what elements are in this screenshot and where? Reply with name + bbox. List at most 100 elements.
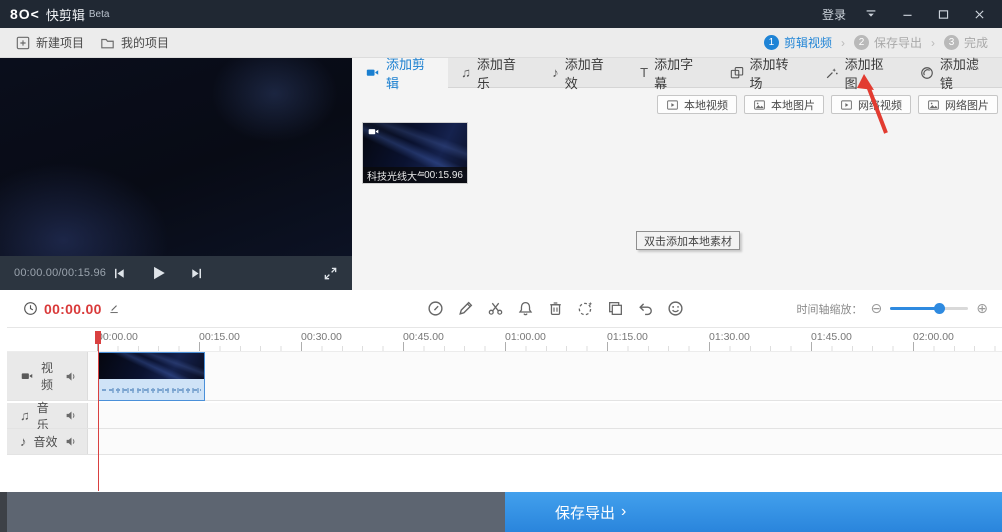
emoji-icon[interactable] bbox=[667, 300, 684, 317]
clip-name: 科技光线大气... bbox=[367, 171, 425, 183]
tab-add-transition[interactable]: 添加转场 bbox=[717, 57, 812, 91]
video-box-icon bbox=[666, 99, 679, 111]
folder-icon bbox=[100, 36, 115, 50]
clip-caption: 科技光线大气... 00:15.96 bbox=[363, 167, 467, 183]
workflow-steps: 1 剪辑视频 › 2 保存导出 › 3 完成 bbox=[763, 34, 1002, 51]
step-separator: › bbox=[840, 35, 845, 50]
speaker-icon[interactable] bbox=[65, 435, 78, 448]
step-save-export: 2 保存导出 bbox=[853, 34, 922, 51]
next-frame-icon[interactable] bbox=[189, 266, 204, 281]
zoom-out-icon[interactable]: ⊖ bbox=[871, 300, 883, 317]
web-image-button[interactable]: 网络图片 bbox=[918, 95, 998, 114]
camera-icon bbox=[365, 66, 380, 79]
preview-screen[interactable] bbox=[0, 58, 352, 256]
ruler-tick: 02:00.00 bbox=[913, 331, 954, 343]
maximize-icon[interactable] bbox=[932, 4, 954, 24]
timeline-section: 00:00.00 时间轴缩放： ⊖ ⊕ 00:00.00 00:15.00 00… bbox=[0, 290, 1002, 492]
track-name: 音效 bbox=[33, 435, 58, 449]
tab-add-music[interactable]: ♫ 添加音乐 bbox=[448, 57, 539, 91]
main-menu-icon[interactable] bbox=[860, 4, 882, 24]
ruler-tick: 01:00.00 bbox=[505, 331, 546, 343]
zoom-slider-fill bbox=[890, 307, 941, 310]
playhead-line[interactable] bbox=[98, 331, 99, 491]
tab-add-clip[interactable]: 添加剪辑 bbox=[352, 57, 449, 91]
tab-add-sfx[interactable]: ♪ 添加音效 bbox=[539, 57, 627, 91]
step-label: 保存导出 bbox=[873, 36, 922, 50]
timeline-current-time: 00:00.00 bbox=[44, 300, 102, 317]
local-video-button[interactable]: 本地视频 bbox=[657, 95, 737, 114]
play-icon[interactable] bbox=[149, 264, 167, 282]
music-note-icon: ♫ bbox=[461, 65, 471, 80]
music-track[interactable]: ♫ 音乐 bbox=[7, 401, 1002, 432]
local-image-button[interactable]: 本地图片 bbox=[744, 95, 824, 114]
clock-icon bbox=[23, 301, 38, 316]
new-project-label: 新建项目 bbox=[36, 36, 85, 50]
app-window: 8O< 快剪辑 Beta 登录 新建项目 我的项目 1 剪辑视频 › 2 保存导… bbox=[0, 0, 1002, 532]
playhead-handle[interactable] bbox=[95, 331, 101, 344]
step-separator: › bbox=[930, 35, 935, 50]
speaker-icon[interactable] bbox=[65, 409, 78, 422]
camera-icon bbox=[20, 370, 34, 382]
video-track-label: 视频 bbox=[7, 352, 88, 400]
tab-label: 添加字幕 bbox=[654, 56, 694, 91]
text-icon: T bbox=[640, 65, 649, 80]
save-export-button[interactable]: 保存导出 › bbox=[505, 492, 1002, 532]
timeline-tools bbox=[427, 300, 684, 317]
login-button[interactable]: 登录 bbox=[822, 6, 846, 23]
beta-badge: Beta bbox=[88, 8, 110, 20]
save-export-label: 保存导出 bbox=[555, 504, 616, 522]
timeline-clip[interactable] bbox=[98, 352, 205, 401]
ruler-tick: 00:30.00 bbox=[301, 331, 342, 343]
minimize-icon[interactable] bbox=[896, 4, 918, 24]
library-clip-card[interactable]: 科技光线大气... 00:15.96 bbox=[362, 122, 468, 184]
preview-timecode: 00:00.00/00:15.96 bbox=[14, 267, 107, 279]
edit-pencil-icon[interactable] bbox=[457, 300, 474, 317]
ruler-tick: 01:30.00 bbox=[709, 331, 750, 343]
clip-duration: 00:15.96 bbox=[424, 169, 463, 181]
my-projects-button[interactable]: 我的项目 bbox=[100, 34, 169, 51]
tab-add-filter[interactable]: 添加滤镜 bbox=[907, 57, 1002, 91]
timeline-ruler[interactable]: 00:00.00 00:15.00 00:30.00 00:45.00 01:0… bbox=[7, 328, 1002, 352]
step-number: 3 bbox=[943, 35, 959, 50]
tab-add-subtitle[interactable]: T 添加字幕 bbox=[627, 57, 716, 91]
sfx-track[interactable]: ♪ 音效 bbox=[7, 429, 1002, 455]
music-track-label: ♫ 音乐 bbox=[7, 401, 88, 432]
cut-scissors-icon[interactable] bbox=[487, 300, 504, 317]
step-edit-video: 1 剪辑视频 bbox=[763, 34, 832, 51]
edit-time-icon[interactable] bbox=[108, 302, 121, 315]
hint-tooltip: 双击添加本地素材 bbox=[636, 231, 740, 250]
magic-wand-icon bbox=[825, 66, 839, 80]
preview-player: 00:00.00/00:15.96 bbox=[0, 58, 352, 290]
new-project-button[interactable]: 新建项目 bbox=[16, 34, 84, 51]
zoom-slider-knob[interactable] bbox=[934, 303, 946, 314]
source-label: 本地视频 bbox=[684, 99, 728, 112]
my-projects-label: 我的项目 bbox=[121, 36, 170, 50]
delete-trash-icon[interactable] bbox=[547, 300, 564, 317]
zoom-slider[interactable] bbox=[890, 303, 969, 314]
speaker-icon[interactable] bbox=[65, 370, 78, 383]
bottom-bar: 保存导出 › bbox=[7, 492, 1002, 532]
bell-icon[interactable] bbox=[517, 300, 534, 317]
track-name: 视频 bbox=[41, 361, 54, 392]
timeline-clip-waveform bbox=[102, 384, 201, 396]
image-box-icon bbox=[927, 99, 940, 111]
tab-add-keying[interactable]: 添加抠图 bbox=[812, 57, 907, 91]
fullscreen-icon[interactable] bbox=[323, 266, 338, 281]
web-video-button[interactable]: 网络视频 bbox=[831, 95, 911, 114]
copy-icon[interactable] bbox=[607, 300, 624, 317]
step-number: 2 bbox=[853, 35, 869, 50]
close-icon[interactable] bbox=[968, 4, 990, 24]
sparkle-effect-icon[interactable] bbox=[577, 300, 594, 317]
zoom-in-icon[interactable]: ⊕ bbox=[976, 300, 988, 317]
prev-frame-icon[interactable] bbox=[112, 266, 127, 281]
tab-label: 添加滤镜 bbox=[939, 56, 979, 91]
video-box-icon bbox=[840, 99, 853, 111]
tab-label: 添加抠图 bbox=[844, 56, 884, 91]
ruler-tick: 00:15.00 bbox=[199, 331, 240, 343]
tab-bar: 添加剪辑 ♫ 添加音乐 ♪ 添加音效 T 添加字幕 添加转场 添加抠图 添加滤镜 bbox=[352, 57, 1002, 91]
undo-icon[interactable] bbox=[637, 300, 654, 317]
plus-box-icon bbox=[16, 36, 30, 50]
speed-icon[interactable] bbox=[427, 300, 444, 317]
zoom-label: 时间轴缩放： bbox=[796, 303, 863, 316]
music-note-icon: ♫ bbox=[20, 408, 30, 423]
